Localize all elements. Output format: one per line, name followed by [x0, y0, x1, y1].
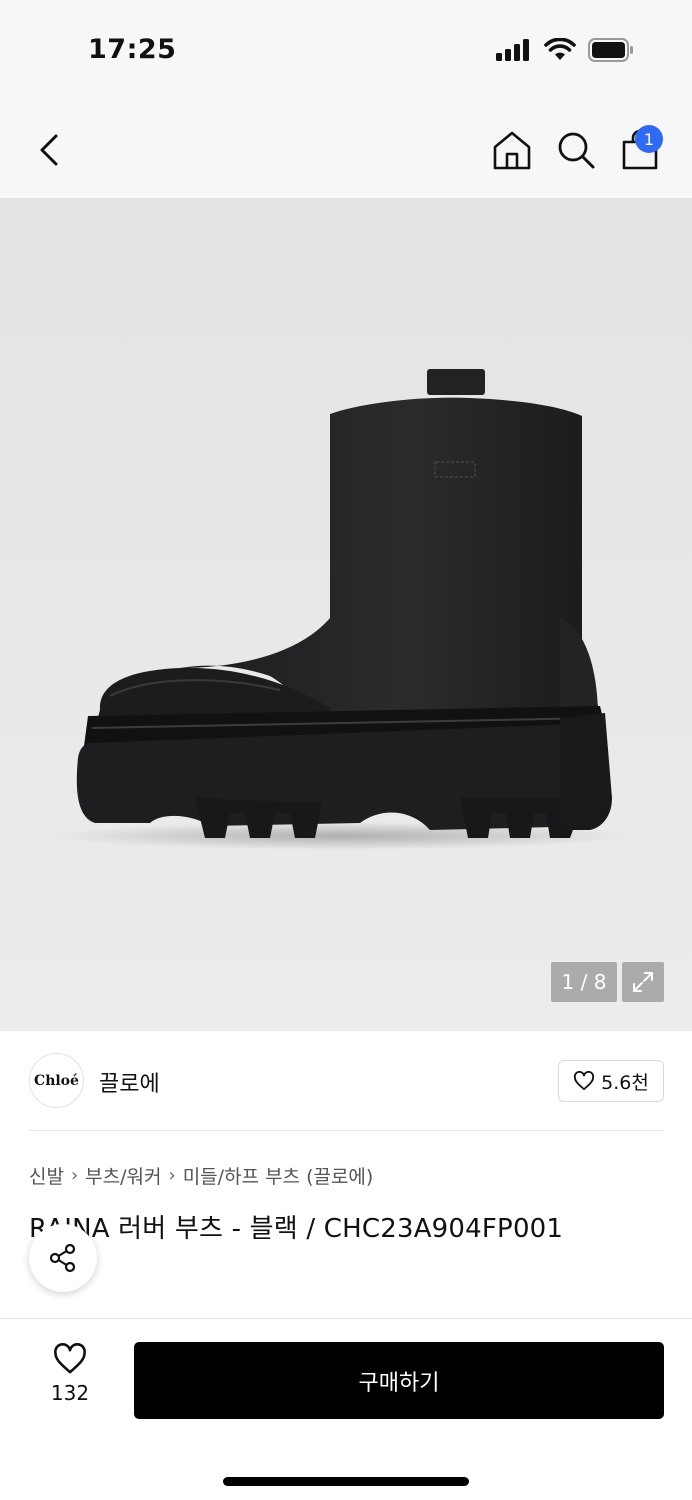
- battery-icon: [588, 38, 633, 62]
- cart-badge: 1: [635, 125, 663, 153]
- breadcrumb-item[interactable]: 미들/하프 부츠 (끌로에): [183, 1162, 374, 1189]
- expand-icon: [633, 972, 653, 992]
- chevron-right-icon: ›: [168, 1165, 176, 1186]
- status-time: 17:25: [88, 34, 177, 65]
- brand-like-count: 5.6천: [601, 1071, 649, 1094]
- heart-icon: [574, 1071, 595, 1091]
- search-icon[interactable]: [554, 128, 598, 172]
- wifi-icon: [544, 38, 576, 60]
- product-image[interactable]: [0, 198, 692, 1031]
- breadcrumb-item[interactable]: 신발: [29, 1162, 64, 1189]
- image-counter: 1 / 8: [551, 962, 617, 1002]
- nav-bar: [0, 100, 692, 198]
- chevron-left-icon[interactable]: [30, 130, 70, 170]
- signal-icon: [496, 39, 529, 61]
- divider: [29, 1130, 664, 1131]
- heart-icon: [54, 1343, 86, 1374]
- brand-logo[interactable]: Chloé: [29, 1053, 84, 1108]
- buy-button[interactable]: 구매하기: [134, 1342, 664, 1419]
- breadcrumb-item[interactable]: 부츠/워커: [85, 1162, 161, 1189]
- share-icon: [49, 1243, 76, 1273]
- share-button[interactable]: [29, 1224, 97, 1292]
- home-indicator: [223, 1477, 469, 1486]
- boot-image: [50, 369, 630, 850]
- brand-logo-text: Chloé: [34, 1072, 79, 1089]
- wishlist-count: 132: [50, 1381, 90, 1405]
- product-title: RAINA 러버 부츠 - 블랙 / CHC23A904FP001: [29, 1214, 564, 1244]
- wishlist-button[interactable]: 132: [40, 1343, 100, 1413]
- status-bar: 17:25: [0, 0, 692, 100]
- breadcrumb: 신발 › 부츠/워커 › 미들/하프 부츠 (끌로에): [29, 1162, 373, 1189]
- expand-button[interactable]: [622, 962, 664, 1002]
- brand-name[interactable]: 끌로에: [99, 1066, 160, 1098]
- status-icons: [496, 38, 634, 62]
- brand-like-button[interactable]: 5.6천: [558, 1060, 664, 1102]
- chevron-right-icon: ›: [70, 1165, 79, 1186]
- divider: [0, 1318, 692, 1319]
- home-icon[interactable]: [490, 128, 534, 172]
